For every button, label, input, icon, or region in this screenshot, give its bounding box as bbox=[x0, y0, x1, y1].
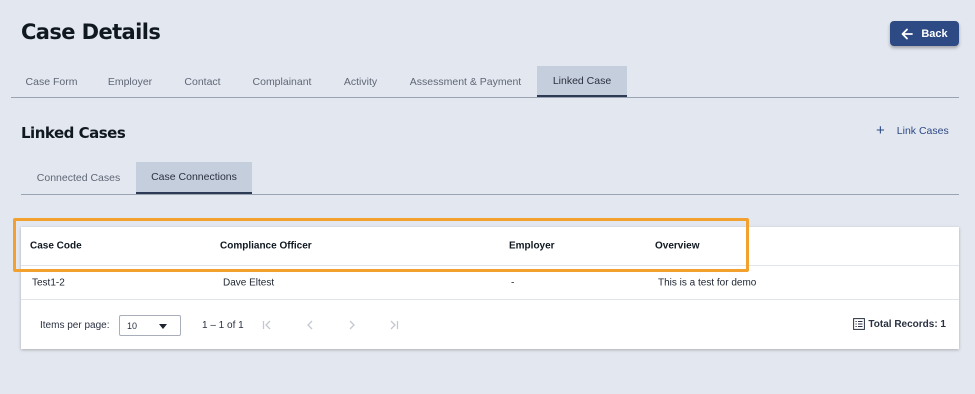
page-size-value: 10 bbox=[127, 321, 138, 331]
chevron-right-icon bbox=[349, 320, 355, 330]
column-header-employer[interactable]: Employer bbox=[509, 241, 555, 252]
cell-overview: This is a test for demo bbox=[658, 277, 757, 289]
caret-down-icon bbox=[159, 324, 167, 329]
paginator: Items per page: 10 1 – 1 of 1 Total Reco… bbox=[21, 301, 959, 349]
next-page-button[interactable] bbox=[345, 318, 359, 332]
tab-assessment-payment[interactable]: Assessment & Payment bbox=[394, 66, 537, 97]
first-page-icon bbox=[262, 320, 271, 330]
range-label: 1 – 1 of 1 bbox=[202, 320, 244, 331]
column-header-compliance-officer[interactable]: Compliance Officer bbox=[220, 241, 312, 252]
cell-case-code: Test1-2 bbox=[32, 277, 65, 289]
tab-employer[interactable]: Employer bbox=[92, 66, 168, 97]
case-tabs: Case Form Employer Contact Complainant A… bbox=[11, 66, 959, 98]
link-cases-button[interactable]: + Link Cases bbox=[876, 122, 949, 139]
last-page-icon bbox=[390, 320, 399, 330]
previous-page-button[interactable] bbox=[303, 318, 317, 332]
column-header-case-code[interactable]: Case Code bbox=[30, 241, 82, 252]
tab-linked-case[interactable]: Linked Case bbox=[537, 66, 627, 97]
case-connections-table: Case Code Compliance Officer Employer Ov… bbox=[21, 227, 959, 349]
total-records-label: Total Records: 1 bbox=[868, 318, 946, 330]
back-button-label: Back bbox=[921, 27, 948, 40]
page-title: Case Details bbox=[21, 20, 161, 44]
last-page-button[interactable] bbox=[387, 318, 401, 332]
tab-contact[interactable]: Contact bbox=[168, 66, 237, 97]
total-records: Total Records: 1 bbox=[853, 318, 946, 330]
cell-compliance-officer: Dave Eltest bbox=[223, 277, 275, 289]
link-cases-label: Link Cases bbox=[896, 125, 949, 137]
column-header-overview[interactable]: Overview bbox=[655, 241, 699, 252]
tab-case-form[interactable]: Case Form bbox=[11, 66, 92, 97]
items-per-page-label: Items per page: bbox=[40, 320, 110, 331]
back-button[interactable]: Back bbox=[890, 21, 959, 46]
tab-case-connections[interactable]: Case Connections bbox=[136, 162, 252, 194]
first-page-button[interactable] bbox=[260, 318, 274, 332]
plus-icon: + bbox=[876, 122, 885, 139]
linked-case-subtabs: Connected Cases Case Connections bbox=[21, 162, 959, 195]
tab-connected-cases[interactable]: Connected Cases bbox=[21, 162, 136, 194]
section-title: Linked Cases bbox=[21, 124, 126, 142]
tab-activity[interactable]: Activity bbox=[327, 66, 394, 97]
table-header: Case Code Compliance Officer Employer Ov… bbox=[21, 227, 959, 266]
chevron-left-icon bbox=[307, 320, 313, 330]
list-icon bbox=[853, 318, 866, 330]
tab-complainant[interactable]: Complainant bbox=[237, 66, 327, 97]
table-row[interactable]: Test1-2 Dave Eltest - This is a test for… bbox=[21, 267, 959, 300]
cell-employer: - bbox=[511, 277, 515, 289]
arrow-left-icon bbox=[901, 28, 914, 39]
page-size-select[interactable]: 10 bbox=[119, 315, 181, 336]
